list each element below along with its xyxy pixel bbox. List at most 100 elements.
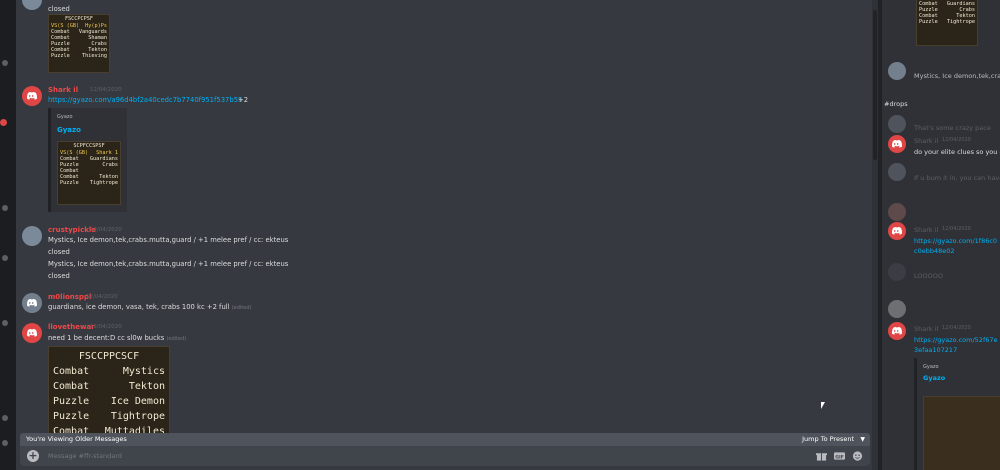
message-text: do your elite clues so you ca [914, 148, 1000, 156]
username[interactable]: crustypickle [48, 226, 96, 234]
message-input-bar[interactable]: + Message #ffr-standard GIF [20, 446, 870, 466]
scout-room-type: Combat [53, 381, 90, 392]
right-chat-panel: Combat Guardians Puzzle Crabs Combat Tekton Pu… [882, 0, 1000, 470]
message-link[interactable]: https://gyazo.com/1f86c0 [914, 237, 997, 245]
username[interactable]: Shark il [914, 325, 938, 333]
emoji-icon[interactable] [852, 451, 863, 461]
message-text: closed [48, 248, 70, 256]
scout-room-name: Tightrope [946, 19, 975, 25]
raid-scout-image[interactable]: Combat Guardians Puzzle Crabs Combat Tekton Pu… [916, 0, 978, 46]
scout-row: Combat Mystics [53, 364, 165, 379]
scout-room-type: Puzzle [53, 396, 90, 407]
message-text: Mystics, Ice demon,tek,crabs.mutta,guard… [48, 236, 289, 244]
older-messages-label: You're Viewing Older Messages [26, 435, 127, 443]
upload-button[interactable]: + [27, 450, 39, 462]
scout-row: Puzzle Tightrope [60, 180, 118, 186]
rail-indicator [2, 415, 8, 421]
embed-image[interactable] [923, 396, 1000, 470]
username[interactable]: Shark il [914, 226, 938, 234]
scout-room-name: Mystics [122, 366, 165, 377]
scout-room-type: Puzzle [919, 19, 938, 25]
scout-room-name: Tightrope [110, 411, 165, 422]
user-avatar[interactable] [888, 322, 906, 340]
user-avatar[interactable] [888, 203, 906, 221]
scout-rows: VS(S (GB) Hy(p)Ps Combat Vanguards Combat Sha… [49, 22, 109, 59]
raid-scout-image[interactable]: FSCCPPCSCF Combat Mystics Combat Tekton Puzz… [48, 346, 170, 435]
raid-scout-image[interactable]: SCPFCCSPSF VS(S (GB) Shark 1 Combat Guardia… [57, 141, 121, 205]
message-body: need 1 be decent:D cc sl0w bucks [48, 334, 165, 342]
gif-icon[interactable]: GIF [834, 451, 845, 461]
user-avatar[interactable] [888, 135, 906, 153]
message-text: Mystics, Ice demon,tek,crabs.mutta [914, 72, 1000, 80]
message-link[interactable]: https://gyazo.com/a96d4bf2a40cedc7b7740f… [48, 96, 242, 104]
scout-rows: Combat Mystics Combat Tekton Puzzle Ice Demon… [49, 362, 169, 434]
user-avatar[interactable] [888, 62, 906, 80]
message-text: LOOOOO [914, 272, 943, 280]
message-input[interactable]: Message #ffr-standard [48, 452, 122, 460]
scout-row: Combat Tekton [53, 379, 165, 394]
message-text: need 1 be decent:D cc sl0w bucks (edited… [48, 334, 186, 342]
rail-indicator [2, 205, 8, 211]
older-messages-bar[interactable]: You're Viewing Older Messages Jump To Pr… [20, 433, 870, 446]
scout-room-type: Puzzle [53, 411, 90, 422]
message-link[interactable]: https://gyazo.com/52f67e [914, 336, 998, 344]
user-avatar[interactable] [22, 226, 42, 246]
scout-row: Puzzle Tightrope [53, 409, 165, 424]
timestamp: 12/04/2020 [90, 324, 122, 330]
message-link[interactable]: c0ebb48e02 [914, 247, 955, 255]
scout-title: FSCCPPCSCF [78, 351, 140, 362]
scout-room-name: Ice Demon [110, 396, 165, 407]
link-embed: Gyazo Gyazo SCPFCCSPSF VS(S (GB) Shark 1C… [48, 108, 127, 212]
notification-badge [0, 119, 7, 126]
channel-mention[interactable]: #drops [884, 100, 908, 108]
chat-pane: closed FSCCPCPSF VS(S (GB) Hy(p)Ps Combat V… [16, 0, 878, 470]
edited-tag: (edited) [166, 336, 187, 342]
user-avatar[interactable] [888, 115, 906, 133]
link-suffix: +2 [238, 96, 249, 104]
jump-to-present-button[interactable]: Jump To Present [802, 435, 854, 443]
rail-indicator [2, 255, 8, 261]
svg-text:GIF: GIF [835, 454, 844, 460]
timestamp: 12/04/2020 [90, 227, 122, 233]
user-avatar[interactable] [888, 163, 906, 181]
username[interactable]: Shark il [914, 137, 938, 145]
message-text: closed [48, 5, 70, 13]
scrollbar-thumb[interactable] [873, 10, 877, 160]
discord-logo-icon [27, 92, 37, 100]
rail-indicator [2, 320, 8, 326]
user-avatar[interactable] [22, 0, 42, 10]
timestamp: 12/04/2020 [942, 325, 971, 331]
scout-room-type: Puzzle [60, 180, 79, 186]
scout-row: Puzzle Tightrope [919, 19, 975, 25]
server-rail [0, 0, 16, 470]
message-link[interactable]: 3efaa107217 [914, 346, 957, 354]
scout-rows: Combat Guardians Puzzle Crabs Combat Tekton Pu… [917, 0, 977, 25]
scout-room-name: Thieving [82, 53, 107, 59]
gift-icon[interactable] [816, 451, 827, 461]
scout-room-name: Crabs [102, 162, 118, 168]
user-avatar[interactable] [888, 300, 906, 318]
user-avatar[interactable] [888, 263, 906, 281]
message-text: Mystics, Ice demon,tek,crabs.mutta,guard… [48, 260, 289, 268]
chevron-down-icon[interactable]: ▼ [860, 436, 865, 443]
username[interactable]: Shark il [48, 86, 78, 94]
rail-indicator [2, 440, 8, 446]
embed-title[interactable]: Gyazo [923, 374, 945, 382]
rail-indicator [2, 60, 8, 66]
embed-title[interactable]: Gyazo [57, 126, 81, 134]
user-avatar[interactable] [22, 86, 42, 106]
username[interactable]: llovethewar [48, 323, 95, 331]
discord-logo-icon [892, 140, 902, 148]
timestamp: 12/04/2020 [942, 137, 971, 143]
edited-tag: (edited) [231, 305, 252, 311]
scout-room-type: Puzzle [51, 53, 70, 59]
user-avatar[interactable] [22, 323, 42, 343]
user-avatar[interactable] [22, 293, 42, 313]
timestamp: 12/04/2020 [90, 87, 122, 93]
raid-scout-image[interactable]: FSCCPCPSF VS(S (GB) Hy(p)Ps Combat Vanguard… [48, 14, 110, 73]
message-text: That's some crazy pace [914, 124, 991, 132]
username[interactable]: m0lionsppl [48, 293, 91, 301]
user-avatar[interactable] [888, 222, 906, 240]
scout-room-type: Combat [53, 366, 90, 377]
discord-logo-icon [27, 299, 37, 307]
